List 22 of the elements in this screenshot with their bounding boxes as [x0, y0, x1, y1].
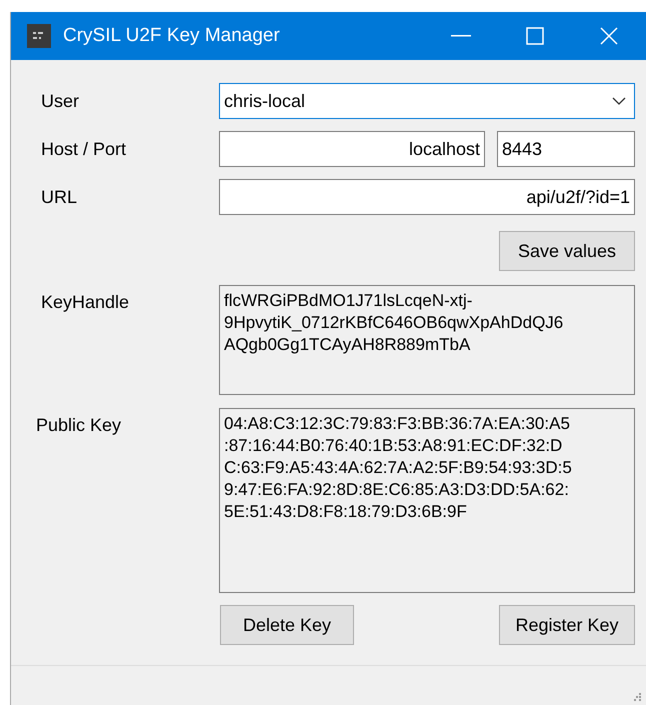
port-field[interactable]: 8443 [497, 131, 635, 167]
url-field[interactable]: api/u2f/?id=1 [219, 179, 635, 215]
close-icon [600, 27, 618, 45]
public-key-label: Public Key [36, 414, 122, 437]
host-field[interactable]: localhost [219, 131, 485, 167]
app-icon [27, 24, 51, 48]
user-value: chris-local [224, 90, 306, 112]
minimize-icon [451, 35, 471, 37]
public-key-text-area[interactable]: 04:A8:C3:12:3C:79:83:F3:BB:36:7A:EA:30:A5 :87:16:44:B0:76:40:1B:53:A8:91:EC:DF:32:D C:63:F9:A5:43:4A:62:7A:A2:5F:B9:54:93:3D:5 9:47:E6:FA:92:8D:8E:C6:85:A3:D3:DD:5A:62: 5E:51:43:D8:F8:18:79:D3:6B:9F [219, 408, 635, 593]
delete-key-button[interactable]: Delete Key [220, 605, 354, 645]
key-handle-label: KeyHandle [41, 291, 130, 314]
window-title: CrySIL U2F Key Manager [63, 24, 281, 48]
save-values-button[interactable]: Save values [499, 231, 635, 271]
user-combo-box[interactable]: chris-local [219, 83, 635, 119]
field-label: URL [41, 186, 78, 208]
register-key-button[interactable]: Register Key [499, 605, 635, 645]
resize-grip-icon [634, 693, 642, 701]
chevron-down-icon [612, 97, 626, 105]
maximize-icon [526, 27, 544, 45]
field-label: User [41, 90, 80, 112]
key-handle-text-area[interactable]: flcWRGiPBdMO1J71lsLcqeN-xtj- 9HpvytiK_0712rKBfC646OB6qwXpAhDdQJ6 AQgb0Gg1TCAyAH8R889mTbA [219, 285, 635, 395]
field-label: Host / Port [41, 138, 128, 160]
